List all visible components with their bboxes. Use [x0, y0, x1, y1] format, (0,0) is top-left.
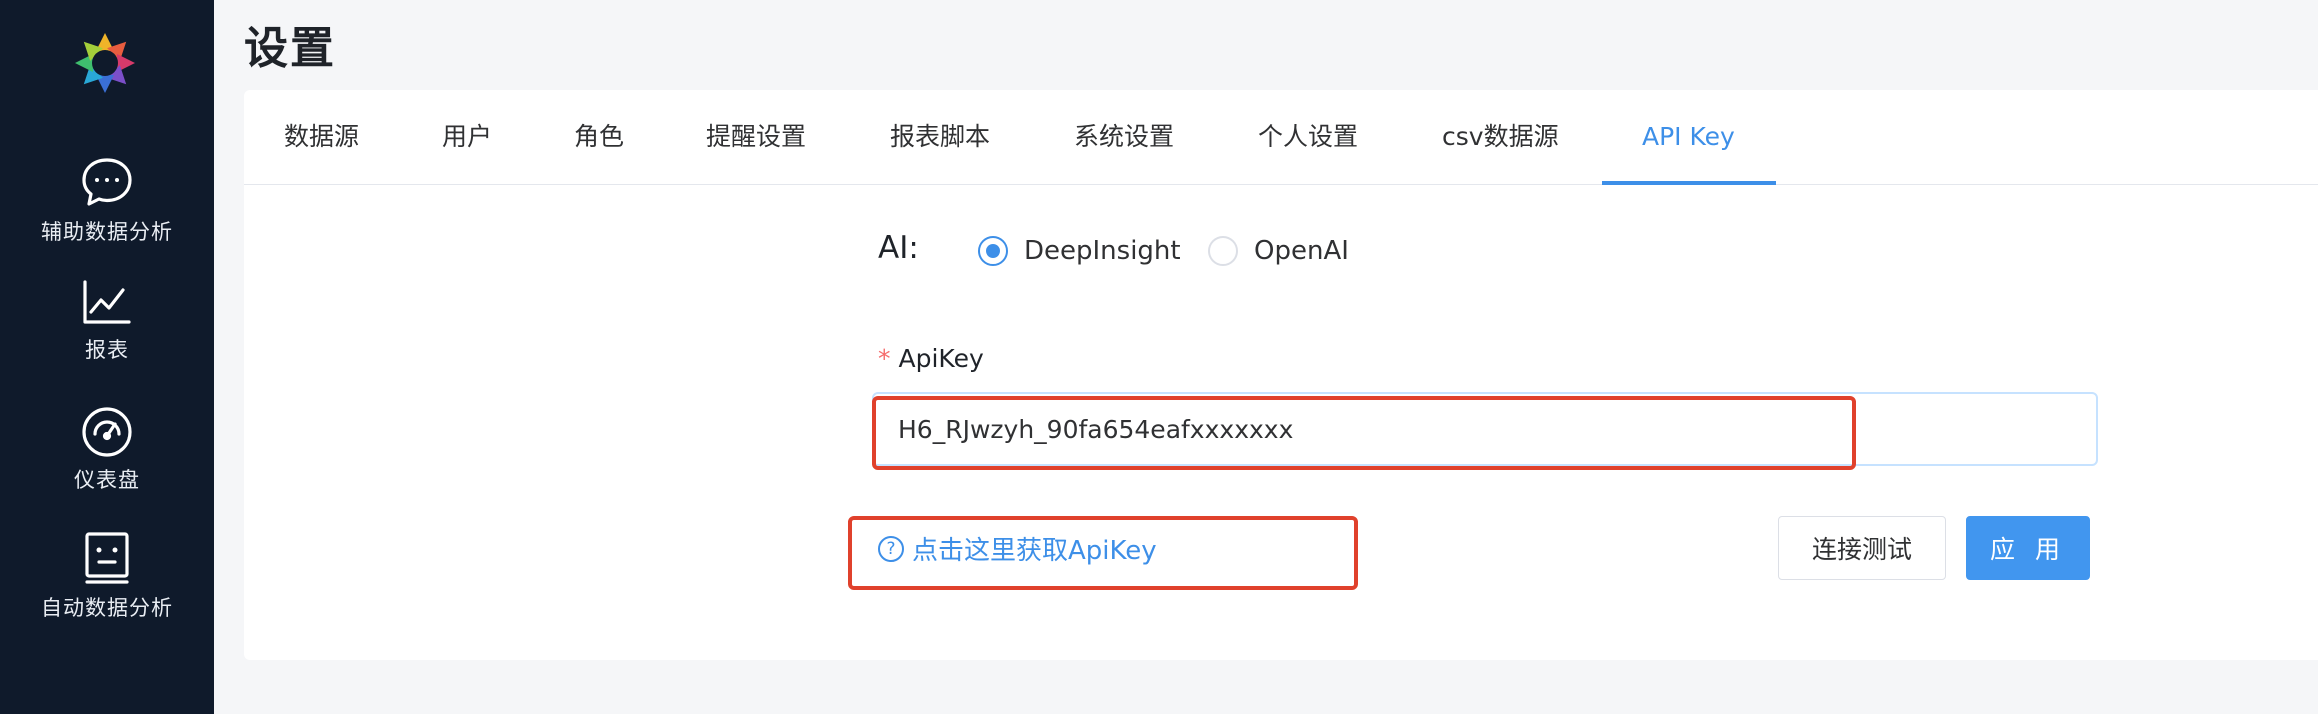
- robot-icon: [85, 532, 129, 584]
- sidebar-item-label: 仪表盘: [74, 468, 140, 492]
- apikey-label-text: ApiKey: [898, 344, 984, 373]
- tab-roles[interactable]: 角色: [574, 90, 624, 185]
- radio-deepinsight[interactable]: DeepInsight: [978, 233, 1181, 269]
- apikey-input[interactable]: [872, 392, 2098, 466]
- page-title: 设置: [244, 23, 336, 74]
- sidebar-item-label: 报表: [85, 338, 129, 362]
- sidebar: 辅助数据分析 报表 仪表盘 自动数据分析: [0, 0, 214, 714]
- tab-datasource[interactable]: 数据源: [284, 90, 359, 185]
- required-mark: *: [878, 344, 891, 373]
- gauge-icon: [82, 407, 132, 457]
- chat-bubble-icon: [82, 158, 132, 206]
- settings-tabs: 数据源 用户 角色 提醒设置 报表脚本 系统设置 个人设置 csv数据源 API…: [244, 90, 2318, 185]
- apply-button[interactable]: 应 用: [1966, 516, 2090, 580]
- active-tab-indicator: [1602, 181, 1776, 185]
- radio-label: DeepInsight: [1024, 236, 1181, 266]
- tab-system-settings[interactable]: 系统设置: [1074, 90, 1174, 185]
- logo-icon[interactable]: [70, 28, 140, 98]
- get-apikey-link[interactable]: ? 点击这里获取ApiKey: [878, 530, 1157, 567]
- settings-card: 数据源 用户 角色 提醒设置 报表脚本 系统设置 个人设置 csv数据源 API…: [244, 90, 2318, 660]
- apikey-label: * ApiKey: [878, 344, 984, 373]
- get-apikey-link-text: 点击这里获取ApiKey: [912, 536, 1157, 566]
- line-chart-icon: [83, 280, 131, 324]
- sidebar-item-auto-analysis[interactable]: 自动数据分析: [0, 530, 214, 622]
- question-circle-icon: ?: [878, 535, 904, 562]
- tab-report-scripts[interactable]: 报表脚本: [890, 90, 990, 185]
- sidebar-item-label: 辅助数据分析: [41, 220, 173, 244]
- tab-api-key[interactable]: API Key: [1642, 90, 1735, 185]
- sidebar-item-label: 自动数据分析: [41, 596, 173, 620]
- tab-personal-settings[interactable]: 个人设置: [1258, 90, 1358, 185]
- sidebar-item-assisted-analysis[interactable]: 辅助数据分析: [0, 154, 214, 246]
- radio-checked-icon: [978, 236, 1008, 266]
- connection-test-button[interactable]: 连接测试: [1778, 516, 1946, 580]
- sidebar-item-reports[interactable]: 报表: [0, 278, 214, 364]
- tab-csv-datasource[interactable]: csv数据源: [1442, 90, 1559, 185]
- ai-label: AI:: [878, 230, 919, 266]
- radio-openai[interactable]: OpenAI: [1208, 233, 1349, 269]
- tab-alert-settings[interactable]: 提醒设置: [706, 90, 806, 185]
- tab-users[interactable]: 用户: [442, 90, 492, 185]
- sidebar-item-dashboard[interactable]: 仪表盘: [0, 404, 214, 494]
- radio-unchecked-icon: [1208, 236, 1238, 266]
- radio-label: OpenAI: [1254, 236, 1349, 266]
